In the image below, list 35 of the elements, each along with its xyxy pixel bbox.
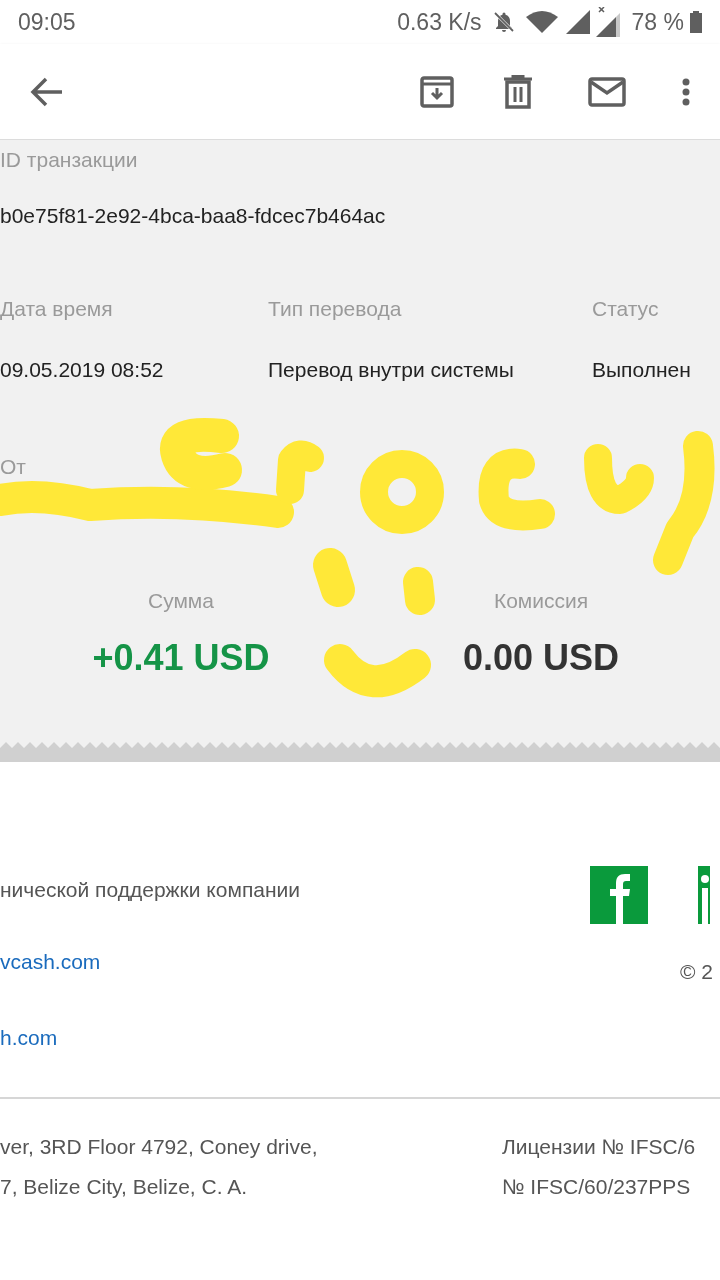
copyright: © 2 xyxy=(680,959,713,985)
field-value: Выполнен xyxy=(592,356,692,383)
facebook-icon[interactable] xyxy=(590,866,648,924)
field-label: Дата время xyxy=(0,296,114,322)
field-label: Статус xyxy=(592,296,660,322)
wifi-icon xyxy=(525,11,558,33)
license-line: Лицензии № IFSC/6 xyxy=(502,1134,696,1160)
mail-icon[interactable] xyxy=(588,76,626,107)
clock: 09:05 xyxy=(18,7,76,37)
support-text: нической поддержки компании xyxy=(0,877,302,903)
delete-icon[interactable] xyxy=(504,74,532,109)
battery-icon xyxy=(690,11,702,33)
amount-label: Комиссия xyxy=(493,588,589,614)
transaction-id: b0e75f81-2e92-4bca-baa8-fdcec7b464ac xyxy=(0,202,387,229)
bell-off-icon xyxy=(491,10,516,34)
amount-label: Сумма xyxy=(148,588,214,614)
email-link[interactable]: vcash.com xyxy=(0,946,590,978)
field-label: От xyxy=(0,455,26,478)
field-value: 09.05.2019 08:52 xyxy=(0,356,165,383)
address-line: ver, 3RD Floor 4792, Coney drive, xyxy=(0,1134,319,1160)
signal-icon xyxy=(595,7,620,37)
battery-level: 78 % xyxy=(631,7,684,37)
address-line: 7, Belize City, Belize, C. A. xyxy=(0,1173,249,1200)
field-label: ID транзакции xyxy=(0,147,139,173)
license-line: № IFSC/60/237PPS xyxy=(502,1173,692,1200)
field-label: Тип перевода xyxy=(268,296,403,322)
more-options-icon[interactable] xyxy=(682,77,690,106)
field-value: Перевод внутри системы xyxy=(268,356,515,383)
network-speed: 0.63 K/s xyxy=(397,7,482,37)
archive-icon[interactable] xyxy=(420,75,454,108)
amount-value: +0.41 USD xyxy=(92,635,270,680)
amount-value: 0.00 USD xyxy=(462,635,620,680)
signal-icon xyxy=(565,10,590,34)
email-link[interactable]: h.com xyxy=(0,1021,590,1053)
back-arrow-icon[interactable] xyxy=(30,76,64,107)
